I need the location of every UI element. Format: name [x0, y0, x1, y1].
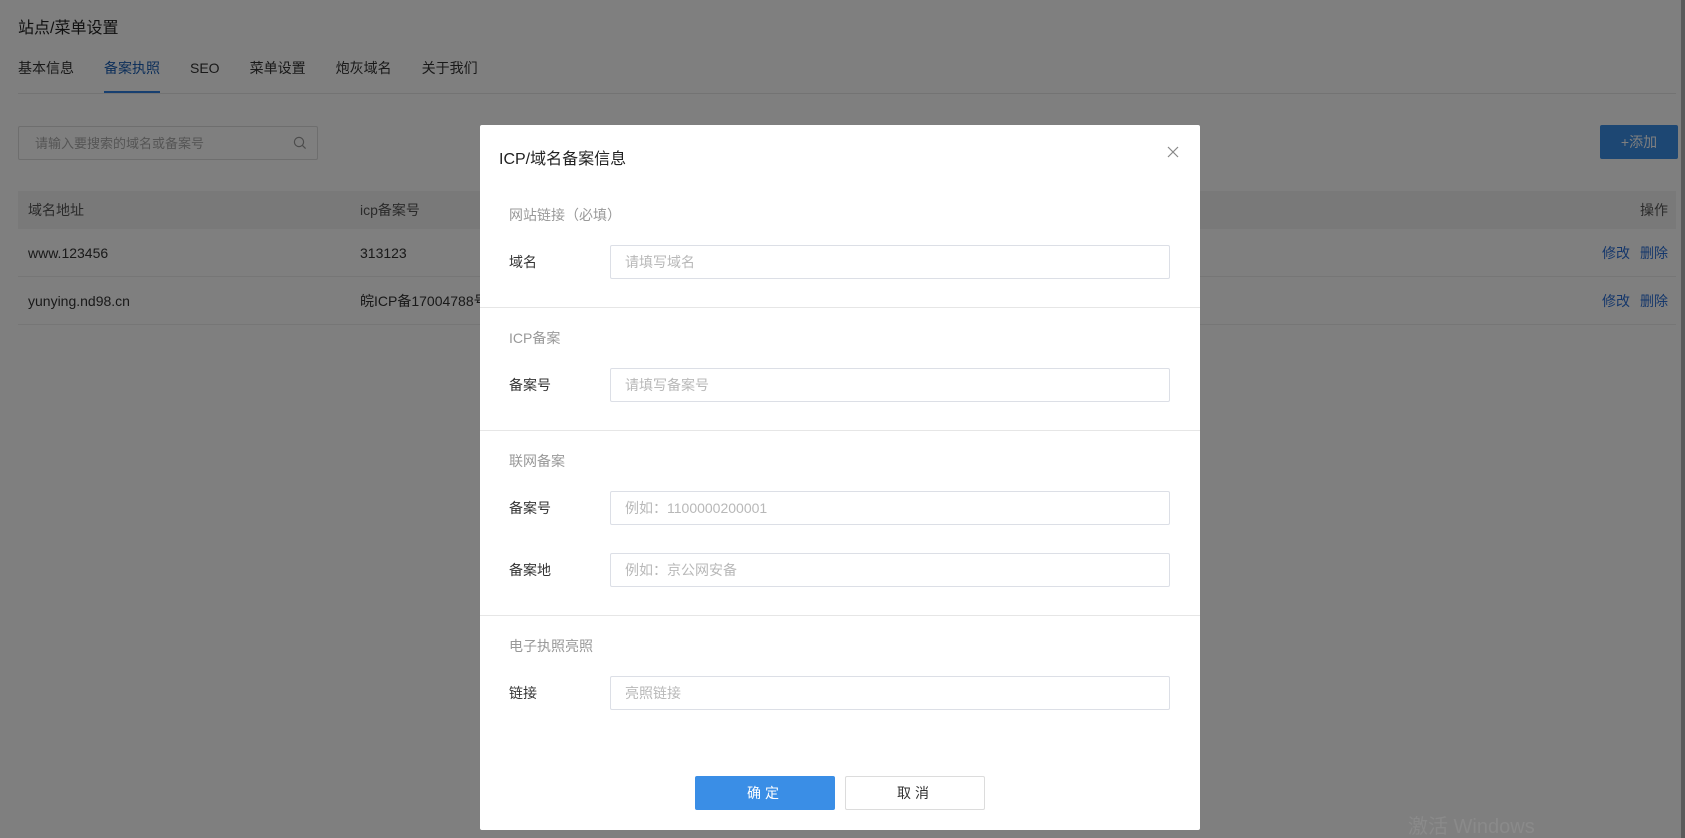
field-label-icp-number: 备案号: [509, 377, 551, 393]
filing-dialog: ICP/域名备案信息 网站链接（必填） 域名 ICP备案 备案号 联网备案 备案…: [480, 125, 1200, 830]
cancel-button[interactable]: 取消: [845, 776, 985, 810]
section-divider: [480, 430, 1200, 431]
close-icon[interactable]: [1166, 145, 1180, 159]
section-divider: [480, 615, 1200, 616]
field-label-domain: 域名: [509, 254, 537, 270]
section-title-license: 电子执照亮照: [509, 638, 593, 654]
section-title-icp: ICP备案: [509, 330, 561, 346]
windows-activation-watermark: 激活 Windows: [1408, 816, 1535, 838]
field-label-network-number: 备案号: [509, 500, 551, 516]
dialog-title: ICP/域名备案信息: [499, 151, 627, 168]
domain-input[interactable]: [610, 245, 1170, 279]
field-label-network-place: 备案地: [509, 562, 551, 578]
icp-number-input[interactable]: [610, 368, 1170, 402]
scrollbar[interactable]: [1681, 0, 1685, 838]
license-link-input[interactable]: [610, 676, 1170, 710]
network-number-input[interactable]: [610, 491, 1170, 525]
section-title-network: 联网备案: [509, 453, 565, 469]
section-divider: [480, 307, 1200, 308]
field-label-link: 链接: [509, 685, 537, 701]
confirm-button[interactable]: 确定: [695, 776, 835, 810]
section-title-website: 网站链接（必填）: [509, 207, 621, 223]
network-place-input[interactable]: [610, 553, 1170, 587]
